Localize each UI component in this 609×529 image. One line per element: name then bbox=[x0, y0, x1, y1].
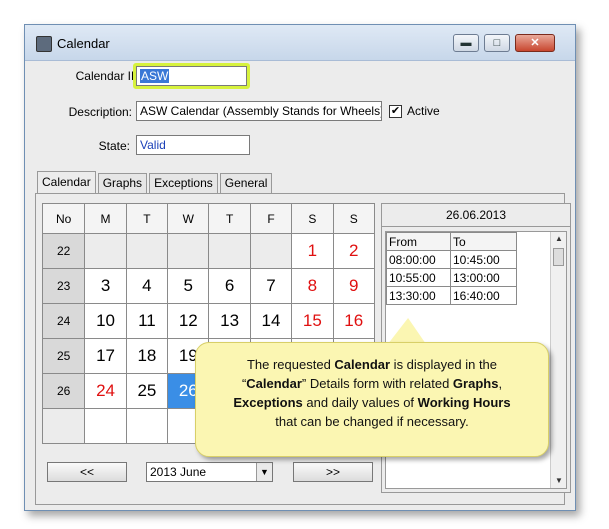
day-cell[interactable]: 17 bbox=[84, 338, 127, 374]
tab-graphs[interactable]: Graphs bbox=[97, 173, 148, 193]
day-cell bbox=[125, 408, 169, 444]
week-number: 24 bbox=[41, 303, 86, 339]
active-label: Active bbox=[407, 104, 440, 118]
week-no-header: No bbox=[41, 203, 86, 234]
day-cell[interactable]: 1 bbox=[291, 233, 334, 269]
working-hours-row[interactable]: 13:30:00 16:40:00 bbox=[386, 286, 517, 305]
day-cell bbox=[249, 233, 293, 269]
callout-bold: Working Hours bbox=[417, 395, 511, 410]
day-cell[interactable]: 3 bbox=[84, 268, 127, 304]
to-time[interactable]: 13:00:00 bbox=[450, 268, 517, 287]
day-cell[interactable]: 2 bbox=[332, 233, 376, 269]
working-hours-row[interactable]: 10:55:00 13:00:00 bbox=[386, 268, 517, 287]
calendar-id-label: Calendar ID: bbox=[75, 69, 143, 83]
day-cell[interactable]: 6 bbox=[208, 268, 251, 304]
from-time[interactable]: 08:00:00 bbox=[386, 250, 451, 269]
callout-note: The requested Calendar is displayed in t… bbox=[195, 342, 549, 457]
week-number: 23 bbox=[41, 268, 86, 304]
callout-text: is displayed in the bbox=[390, 357, 498, 372]
day-cell[interactable]: 5 bbox=[167, 268, 210, 304]
working-hours-table: From To 08:00:00 10:45:00 10:55:00 13:00… bbox=[386, 232, 517, 305]
day-cell[interactable]: 7 bbox=[249, 268, 293, 304]
day-cell[interactable]: 15 bbox=[291, 303, 334, 339]
day-header-tue: T bbox=[125, 203, 169, 234]
calendar-week-row: 24 10 11 12 13 14 15 16 bbox=[41, 303, 376, 339]
month-select[interactable]: 2013 June ▼ bbox=[146, 462, 273, 482]
day-header-sun: S bbox=[332, 203, 376, 234]
day-header-fri: F bbox=[249, 203, 293, 234]
from-time[interactable]: 13:30:00 bbox=[386, 286, 451, 305]
day-header-sat: S bbox=[291, 203, 334, 234]
state-label: State: bbox=[98, 139, 130, 153]
day-cell[interactable]: 12 bbox=[167, 303, 210, 339]
day-cell[interactable]: 11 bbox=[125, 303, 169, 339]
tab-calendar[interactable]: Calendar bbox=[37, 171, 96, 193]
prev-month-button[interactable]: << bbox=[47, 462, 127, 482]
callout-bold: Exceptions bbox=[233, 395, 303, 410]
minimize-button[interactable]: ▬ bbox=[453, 34, 479, 52]
working-hours-row[interactable]: 08:00:00 10:45:00 bbox=[386, 250, 517, 269]
day-cell[interactable]: 9 bbox=[332, 268, 376, 304]
day-cell[interactable]: 18 bbox=[125, 338, 169, 374]
day-header-mon: M bbox=[84, 203, 127, 234]
callout-text: ” Details form with related bbox=[301, 376, 453, 391]
week-number bbox=[41, 408, 86, 444]
week-number: 25 bbox=[41, 338, 86, 374]
tab-general[interactable]: General bbox=[219, 173, 273, 193]
description-input[interactable]: ASW Calendar (Assembly Stands for Wheels… bbox=[136, 101, 382, 121]
scroll-thumb[interactable] bbox=[553, 248, 564, 266]
day-cell bbox=[84, 408, 127, 444]
calendar-id-value: ASW bbox=[140, 69, 170, 83]
close-button[interactable]: ✕ bbox=[515, 34, 555, 52]
chevron-down-icon[interactable]: ▼ bbox=[256, 463, 272, 481]
to-time[interactable]: 10:45:00 bbox=[450, 250, 517, 269]
window-title: Calendar bbox=[57, 36, 110, 51]
state-input[interactable]: Valid bbox=[136, 135, 250, 155]
day-cell[interactable]: 10 bbox=[84, 303, 127, 339]
from-column-header: From bbox=[386, 232, 451, 251]
tab-exceptions[interactable]: Exceptions bbox=[149, 173, 218, 193]
callout-text: , bbox=[498, 376, 503, 391]
day-cell[interactable]: 25 bbox=[125, 373, 169, 409]
day-header-wed: W bbox=[167, 203, 210, 234]
scroll-down-icon[interactable]: ▼ bbox=[551, 474, 567, 488]
callout-text: The requested bbox=[246, 357, 335, 372]
week-number: 26 bbox=[41, 373, 86, 409]
day-cell[interactable]: 4 bbox=[125, 268, 169, 304]
to-time[interactable]: 16:40:00 bbox=[450, 286, 517, 305]
callout-bold: Calendar bbox=[334, 357, 391, 372]
calendar-id-input[interactable]: ASW bbox=[136, 66, 247, 86]
day-header-thu: T bbox=[208, 203, 251, 234]
working-hours-scrollbar[interactable]: ▲ ▼ bbox=[550, 232, 566, 488]
from-time[interactable]: 10:55:00 bbox=[386, 268, 451, 287]
tab-strip: Calendar Graphs Exceptions General bbox=[37, 171, 274, 193]
day-cell[interactable]: 14 bbox=[249, 303, 293, 339]
day-cell[interactable]: 8 bbox=[291, 268, 334, 304]
description-label: Description: bbox=[68, 105, 132, 119]
day-cell bbox=[84, 233, 127, 269]
callout-text: and daily values of bbox=[302, 395, 418, 410]
title-bar: Calendar ▬ □ ✕ bbox=[25, 25, 575, 61]
scroll-up-icon[interactable]: ▲ bbox=[551, 232, 567, 246]
active-checkbox[interactable]: ✔ bbox=[389, 105, 402, 118]
day-cell bbox=[167, 233, 210, 269]
calendar-header-row: No M T W T F S S bbox=[41, 203, 376, 234]
callout-text: that can be changed if necessary. bbox=[275, 414, 469, 429]
calendar-week-row: 23 3 4 5 6 7 8 9 bbox=[41, 268, 376, 304]
day-cell[interactable]: 24 bbox=[84, 373, 127, 409]
day-cell bbox=[125, 233, 169, 269]
day-panel-date: 26.06.2013 bbox=[381, 203, 571, 227]
day-cell bbox=[208, 233, 251, 269]
app-icon bbox=[36, 36, 52, 52]
month-select-value: 2013 June bbox=[150, 465, 207, 479]
calendar-week-row: 22 1 2 bbox=[41, 233, 376, 269]
callout-bold: Calendar bbox=[246, 376, 302, 391]
day-cell[interactable]: 13 bbox=[208, 303, 251, 339]
callout-bold: Graphs bbox=[452, 376, 499, 391]
day-cell[interactable]: 16 bbox=[332, 303, 376, 339]
week-number: 22 bbox=[41, 233, 86, 269]
to-column-header: To bbox=[450, 232, 517, 251]
next-month-button[interactable]: >> bbox=[293, 462, 373, 482]
maximize-button[interactable]: □ bbox=[484, 34, 510, 52]
